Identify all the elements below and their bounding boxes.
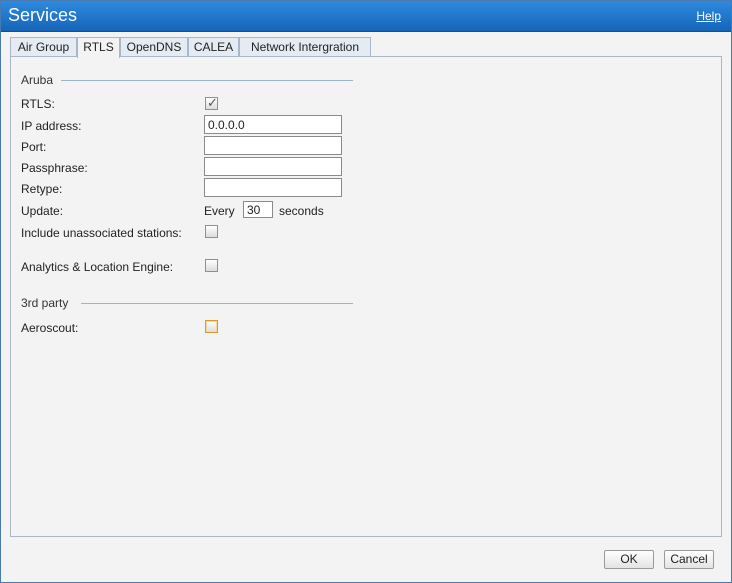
tab-opendns[interactable]: OpenDNS	[120, 37, 188, 57]
services-dialog: Services Help Air Group RTLS OpenDNS CAL…	[0, 0, 732, 583]
port-input[interactable]	[204, 136, 342, 155]
aruba-section-divider	[61, 80, 353, 81]
rtls-label: RTLS:	[21, 97, 55, 111]
port-label: Port:	[21, 140, 47, 154]
passphrase-input[interactable]	[204, 157, 342, 176]
help-link[interactable]: Help	[696, 9, 721, 23]
aeroscout-checkbox[interactable]	[205, 320, 218, 333]
title-bar: Services Help	[1, 1, 731, 32]
dialog-title: Services	[8, 5, 78, 25]
cancel-button[interactable]: Cancel	[664, 550, 714, 569]
analytics-location-engine-label: Analytics & Location Engine:	[21, 260, 174, 274]
analytics-location-engine-checkbox[interactable]	[205, 259, 218, 272]
third-party-section-header: 3rd party	[21, 296, 353, 310]
tab-network-integration[interactable]: Network Intergration	[239, 37, 371, 57]
update-interval-input[interactable]	[243, 201, 273, 218]
tab-rtls[interactable]: RTLS	[77, 37, 120, 58]
third-party-section-divider	[81, 303, 353, 304]
update-suffix-text: seconds	[279, 204, 324, 218]
aeroscout-label: Aeroscout:	[21, 321, 79, 335]
aruba-section-label: Aruba	[21, 73, 54, 87]
ok-button[interactable]: OK	[604, 550, 654, 569]
rtls-panel: Aruba RTLS: ✓ IP address: Port: Passphra…	[10, 56, 722, 537]
update-label: Update:	[21, 204, 64, 218]
tab-calea[interactable]: CALEA	[188, 37, 239, 57]
passphrase-label: Passphrase:	[21, 161, 88, 175]
update-prefix-text: Every	[204, 204, 235, 218]
retype-label: Retype:	[21, 182, 63, 196]
include-unassociated-label: Include unassociated stations:	[21, 226, 182, 240]
checkmark-icon: ✓	[207, 95, 218, 110]
include-unassociated-checkbox[interactable]	[205, 225, 218, 238]
aruba-section-header: Aruba	[21, 73, 353, 87]
retype-input[interactable]	[204, 178, 342, 197]
third-party-section-label: 3rd party	[21, 296, 69, 310]
ip-address-label: IP address:	[21, 119, 82, 133]
tab-air-group[interactable]: Air Group	[10, 37, 77, 57]
rtls-checkbox[interactable]: ✓	[205, 95, 218, 110]
ip-address-input[interactable]	[204, 115, 342, 134]
